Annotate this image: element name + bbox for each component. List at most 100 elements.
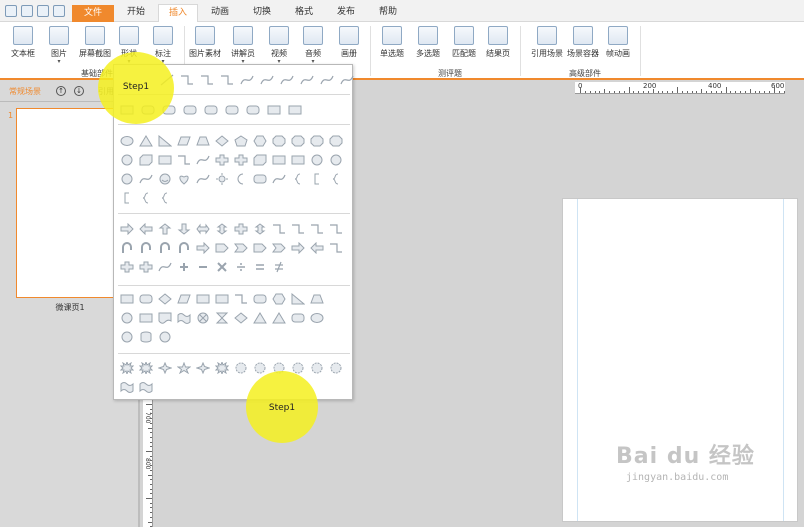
shape-option[interactable]	[310, 223, 324, 235]
album-button[interactable]: 画册	[336, 26, 362, 59]
shape-option[interactable]	[196, 362, 210, 374]
shape-option[interactable]	[310, 362, 324, 374]
tab-home[interactable]: 开始	[122, 4, 150, 21]
shape-option[interactable]	[215, 223, 229, 235]
shape-option[interactable]	[220, 74, 234, 86]
shape-option[interactable]	[260, 74, 274, 86]
tab-animation[interactable]: 动画	[206, 4, 234, 21]
shape-option[interactable]	[177, 312, 191, 324]
shape-option[interactable]	[158, 331, 172, 343]
shape-option[interactable]	[272, 223, 286, 235]
save-icon[interactable]	[5, 5, 17, 17]
shape-option[interactable]	[158, 242, 172, 254]
shape-option[interactable]	[196, 261, 210, 273]
tab-transition[interactable]: 切换	[248, 4, 276, 21]
shape-option[interactable]	[183, 104, 197, 116]
shape-option[interactable]	[291, 154, 305, 166]
shape-option[interactable]	[215, 242, 229, 254]
slide-thumbnail[interactable]	[16, 108, 118, 298]
shape-option[interactable]	[158, 223, 172, 235]
shape-option[interactable]	[196, 135, 210, 147]
shape-option[interactable]	[177, 223, 191, 235]
shape-option[interactable]	[253, 223, 267, 235]
shape-option[interactable]	[177, 135, 191, 147]
frame-animation-button[interactable]: 帧动画	[604, 26, 632, 59]
shape-option[interactable]	[177, 362, 191, 374]
shape-option[interactable]	[329, 154, 343, 166]
shape-option[interactable]	[253, 312, 267, 324]
shape-option[interactable]	[120, 242, 134, 254]
move-down-icon[interactable]: ↓	[74, 86, 84, 96]
customize-icon[interactable]	[53, 5, 65, 17]
presenter-button[interactable]: 讲解员 ▾	[228, 26, 258, 65]
shape-option[interactable]	[234, 135, 248, 147]
shape-option[interactable]	[253, 135, 267, 147]
shape-option[interactable]	[120, 223, 134, 235]
shape-option[interactable]	[291, 135, 305, 147]
shape-option[interactable]	[215, 154, 229, 166]
shape-option[interactable]	[215, 312, 229, 324]
shape-option[interactable]	[200, 74, 214, 86]
shape-option[interactable]	[158, 293, 172, 305]
shape-option[interactable]	[272, 261, 286, 273]
print-icon[interactable]	[21, 5, 33, 17]
shape-option[interactable]	[234, 223, 248, 235]
shape-option[interactable]	[291, 312, 305, 324]
shape-option[interactable]	[272, 312, 286, 324]
shape-option[interactable]	[329, 173, 343, 185]
shape-option[interactable]	[291, 293, 305, 305]
shape-option[interactable]	[120, 154, 134, 166]
screenshot-button[interactable]: 屏幕截图	[78, 26, 112, 59]
shape-option[interactable]	[215, 135, 229, 147]
shape-option[interactable]	[158, 192, 172, 204]
reference-scene-button[interactable]: 引用场景	[530, 26, 564, 59]
scene-container-button[interactable]: 场景容器	[566, 26, 600, 59]
shape-option[interactable]	[215, 293, 229, 305]
shape-option[interactable]	[272, 242, 286, 254]
tab-help[interactable]: 帮助	[374, 4, 402, 21]
shape-option[interactable]	[225, 104, 239, 116]
tab-format[interactable]: 格式	[290, 4, 318, 21]
text-box-button[interactable]: 文本框	[8, 26, 38, 59]
shape-option[interactable]	[310, 135, 324, 147]
image-button[interactable]: 图片 ▾	[46, 26, 72, 65]
tab-file[interactable]: 文件	[72, 5, 114, 22]
shape-option[interactable]	[139, 223, 153, 235]
audio-button[interactable]: 音频 ▾	[300, 26, 326, 65]
shape-option[interactable]	[196, 173, 210, 185]
shape-option[interactable]	[120, 293, 134, 305]
preview-icon[interactable]	[37, 5, 49, 17]
shape-option[interactable]	[253, 242, 267, 254]
shape-option[interactable]	[215, 362, 229, 374]
shape-option[interactable]	[253, 261, 267, 273]
shape-option[interactable]	[253, 362, 267, 374]
shape-option[interactable]	[177, 173, 191, 185]
shape-option[interactable]	[253, 173, 267, 185]
shape-option[interactable]	[196, 223, 210, 235]
shape-option[interactable]	[196, 312, 210, 324]
shape-option[interactable]	[280, 74, 294, 86]
shape-option[interactable]	[340, 74, 354, 86]
shape-option[interactable]	[291, 173, 305, 185]
video-button[interactable]: 视频 ▾	[266, 26, 292, 65]
shape-option[interactable]	[158, 312, 172, 324]
shape-option[interactable]	[253, 293, 267, 305]
shape-option[interactable]	[272, 293, 286, 305]
shape-option[interactable]	[139, 381, 153, 393]
shape-option[interactable]	[139, 242, 153, 254]
shape-option[interactable]	[158, 154, 172, 166]
shape-option[interactable]	[158, 261, 172, 273]
shape-option[interactable]	[158, 135, 172, 147]
shape-option[interactable]	[120, 135, 134, 147]
shape-option[interactable]	[120, 381, 134, 393]
shape-option[interactable]	[139, 192, 153, 204]
shape-option[interactable]	[234, 312, 248, 324]
shape-option[interactable]	[234, 293, 248, 305]
shape-option[interactable]	[329, 242, 343, 254]
tab-publish[interactable]: 发布	[332, 4, 360, 21]
shape-option[interactable]	[320, 74, 334, 86]
shape-option[interactable]	[196, 154, 210, 166]
shape-option[interactable]	[120, 192, 134, 204]
shape-option[interactable]	[272, 154, 286, 166]
shape-option[interactable]	[196, 293, 210, 305]
